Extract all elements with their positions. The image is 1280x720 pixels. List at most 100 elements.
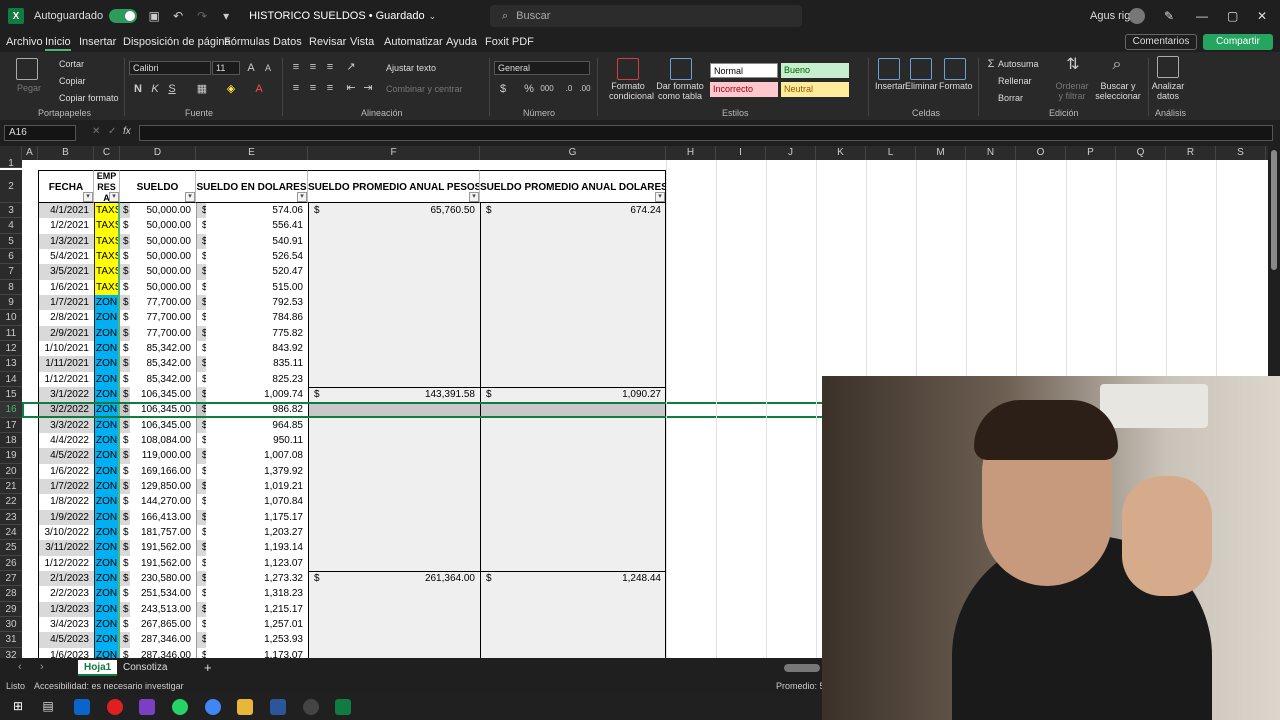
tab-consotiza[interactable]: Consotiza (117, 660, 173, 676)
avg-pesos-bg[interactable] (308, 279, 480, 295)
filter-dropdown-icon[interactable]: ▾ (109, 192, 119, 202)
outdent-icon[interactable]: ⇥ (361, 81, 375, 95)
avg-pesos-bg[interactable] (308, 264, 480, 280)
row-header[interactable]: 28 (0, 586, 22, 602)
fecha-cell[interactable]: 1/8/2022 (38, 494, 94, 510)
column-header-k[interactable]: K (816, 146, 866, 160)
column-header-o[interactable]: O (1016, 146, 1066, 160)
grow-font-icon[interactable]: A (244, 61, 258, 75)
number-format-select[interactable]: General (494, 61, 590, 75)
sueldo-usd-cell[interactable]: 526.54 (196, 249, 308, 264)
sueldo-cell[interactable]: 50,000.00 (120, 218, 196, 233)
column-header-i[interactable]: I (716, 146, 766, 160)
chevron-down-icon[interactable]: ⌄ (429, 11, 437, 22)
restore-icon[interactable]: ▢ (1227, 9, 1238, 23)
delete-cells-icon[interactable] (910, 58, 932, 80)
fill-color-icon[interactable]: ◈ (224, 82, 238, 96)
prev-sheet-icon[interactable]: ‹ (18, 661, 22, 673)
avg-usd-bg[interactable] (480, 432, 666, 449)
obs-icon[interactable] (303, 699, 319, 715)
empresa-cell[interactable]: ZONI (94, 632, 120, 648)
align-left-icon[interactable]: ≡ (289, 81, 303, 95)
align-top-icon[interactable]: ≡ (289, 60, 303, 74)
fecha-cell[interactable]: 2/1/2023 (38, 570, 94, 587)
avg-pesos-cell[interactable]: 65,760.50 (308, 203, 480, 218)
sueldo-usd-cell[interactable]: 986.82 (196, 402, 308, 417)
autosave-toggle[interactable] (109, 9, 138, 23)
wrap-text-button[interactable]: Ajustar texto (386, 63, 436, 73)
sueldo-usd-cell[interactable]: 556.41 (196, 218, 308, 233)
avg-pesos-bg[interactable] (308, 601, 480, 617)
row-header[interactable]: 13 (0, 356, 22, 372)
style-normal[interactable]: Normal (710, 63, 778, 78)
column-title-prom-pesos[interactable]: SUELDO PROMEDIO ANUAL PESOS (308, 170, 480, 203)
filter-dropdown-icon[interactable]: ▾ (297, 192, 307, 202)
avg-pesos-bg[interactable] (308, 310, 480, 326)
row-header[interactable]: 20 (0, 463, 22, 479)
fecha-cell[interactable]: 1/2/2021 (38, 218, 94, 234)
fecha-cell[interactable]: 2/2/2023 (38, 586, 94, 602)
empresa-cell[interactable]: ZONI (94, 601, 120, 617)
document-title[interactable]: HISTORICO SUELDOS • Guardado (249, 10, 424, 22)
column-header-q[interactable]: Q (1116, 146, 1166, 160)
paste-button[interactable]: Pegar (17, 83, 41, 93)
row-header[interactable]: 9 (0, 294, 22, 311)
sueldo-usd-cell[interactable]: 835.11 (196, 356, 308, 371)
sort-filter-icon[interactable]: ⇅ (1064, 57, 1082, 73)
sueldo-cell[interactable]: 144,270.00 (120, 494, 196, 509)
pen-icon[interactable]: ✎ (1164, 9, 1174, 23)
sueldo-usd-cell[interactable]: 1,009.74 (196, 387, 308, 402)
avg-usd-bg[interactable] (480, 647, 666, 658)
sueldo-cell[interactable]: 230,580.00 (120, 571, 196, 586)
sueldo-usd-cell[interactable]: 515.00 (196, 280, 308, 295)
menu-revisar[interactable]: Revisar (309, 36, 346, 48)
sueldo-usd-cell[interactable]: 950.11 (196, 433, 308, 448)
bold-button[interactable]: N (131, 82, 145, 96)
column-header-e[interactable]: E (196, 146, 308, 160)
row-header[interactable]: 27 (0, 570, 22, 587)
avg-pesos-bg[interactable] (308, 417, 480, 433)
empresa-cell[interactable]: ZONI (94, 616, 120, 633)
sueldo-usd-cell[interactable]: 1,070.84 (196, 494, 308, 509)
sueldo-cell[interactable]: 129,850.00 (120, 479, 196, 494)
avg-usd-cell[interactable]: 1,248.44 (480, 571, 666, 586)
save-icon[interactable]: ▣ (147, 9, 161, 23)
minimize-icon[interactable]: — (1196, 9, 1208, 23)
row-header[interactable]: 10 (0, 310, 22, 326)
fecha-cell[interactable]: 1/9/2022 (38, 509, 94, 525)
fecha-cell[interactable]: 1/12/2022 (38, 555, 94, 571)
sueldo-cell[interactable]: 50,000.00 (120, 203, 196, 218)
style-bad[interactable]: Incorrecto (710, 82, 778, 97)
menu-datos[interactable]: Datos (273, 36, 302, 48)
chrome-icon[interactable] (205, 699, 221, 715)
avg-usd-bg[interactable] (480, 494, 666, 510)
row-header[interactable]: 15 (0, 386, 22, 403)
font-family-select[interactable]: Calibri (129, 61, 211, 75)
column-header-h[interactable]: H (666, 146, 716, 160)
avg-usd-bg[interactable] (480, 417, 666, 433)
avg-pesos-bg[interactable] (308, 647, 480, 658)
table-format-icon[interactable] (670, 58, 692, 80)
enter-icon[interactable]: ✓ (108, 126, 116, 137)
paste-icon[interactable] (16, 58, 38, 80)
sueldo-cell[interactable]: 191,562.00 (120, 556, 196, 571)
filter-dropdown-icon[interactable]: ▾ (185, 192, 195, 202)
format-painter-button[interactable]: Copiar formato (59, 93, 119, 103)
filter-dropdown-icon[interactable]: ▾ (469, 192, 479, 202)
conditional-format-icon[interactable] (617, 58, 639, 80)
avg-usd-bg[interactable] (480, 325, 666, 341)
horizontal-scrollbar[interactable] (784, 664, 820, 672)
sueldo-cell[interactable]: 108,084.00 (120, 433, 196, 448)
avg-usd-bg[interactable] (480, 586, 666, 602)
fecha-cell[interactable]: 1/7/2021 (38, 294, 94, 311)
find-select-button[interactable]: Buscar y seleccionar (1092, 81, 1144, 101)
sueldo-cell[interactable]: 287,346.00 (120, 648, 196, 658)
avg-pesos-bg[interactable] (308, 540, 480, 556)
column-header-f[interactable]: F (308, 146, 480, 160)
comments-button[interactable]: Comentarios (1125, 34, 1197, 50)
sueldo-cell[interactable]: 287,346.00 (120, 632, 196, 647)
whatsapp-icon[interactable] (172, 699, 188, 715)
avg-usd-bg[interactable] (480, 509, 666, 525)
percent-icon[interactable]: % (522, 82, 536, 96)
avg-pesos-bg[interactable] (308, 524, 480, 541)
